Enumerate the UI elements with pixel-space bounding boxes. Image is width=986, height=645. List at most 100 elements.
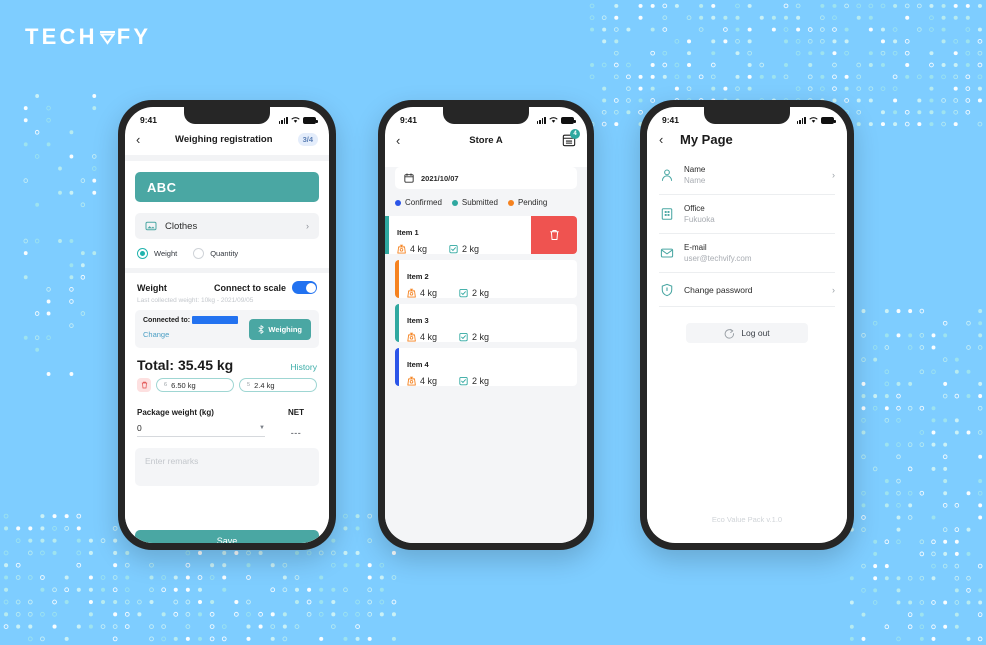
phone3-status-icons	[796, 116, 836, 124]
metric-quantity-value: 2 kg	[472, 332, 490, 342]
package-weight-select[interactable]: 0 ▼	[137, 423, 265, 437]
phone1-screen: 9:41 ‹ Weighing registration 3/4 ABC Clo…	[125, 107, 329, 543]
chevron-right-icon: ›	[306, 221, 309, 231]
phone1-status-time: 9:41	[140, 114, 158, 125]
page-title: Store A	[469, 134, 503, 146]
net-label: NET	[288, 408, 304, 417]
profile-row-email: E-mail user@techvify.com	[659, 234, 835, 273]
measurement-index: 5	[247, 382, 251, 388]
scale-icon	[407, 376, 416, 386]
list-item-metrics: 4 kg 2 kg	[397, 244, 531, 254]
status-legend: Confirmed Submitted Pending	[385, 189, 587, 207]
net-value: ---	[290, 428, 302, 438]
content-top-divider	[125, 155, 329, 161]
list-item[interactable]: Item 1 4 kg 2 kg	[385, 216, 577, 254]
metric-weight-value: 4 kg	[410, 244, 428, 254]
metric-weight: 4 kg	[407, 288, 437, 298]
change-device-link[interactable]: Change	[143, 330, 169, 339]
list-item-metrics: 4 kg 2 kg	[407, 376, 577, 386]
list-item[interactable]: Item 2 4 kg 2 kg	[395, 260, 577, 298]
chevron-right-icon: ›	[832, 170, 835, 180]
metric-weight: 4 kg	[407, 376, 437, 386]
option-quantity-label: Quantity	[210, 249, 239, 258]
weight-section-header: Weight Connect to scale	[125, 273, 329, 294]
mail-icon	[659, 246, 674, 261]
chevron-down-icon: ▼	[259, 425, 265, 431]
logo-v-icon	[99, 31, 116, 45]
profile-row-name[interactable]: Name Name ›	[659, 156, 835, 195]
metric-weight-value: 4 kg	[420, 376, 438, 386]
office-building-icon	[659, 207, 674, 222]
cellular-signal-icon	[536, 116, 546, 124]
legend-label-submitted: Submitted	[461, 198, 498, 207]
phone-mockup-store-list: 9:41 ‹ Store A 4 2021/10/07 Confirmed Su…	[378, 100, 594, 550]
total-row: Total: 35.45 kg History	[125, 348, 329, 373]
package-weight-value: 0	[137, 423, 142, 433]
list-item[interactable]: Item 3 4 kg 2 kg	[395, 304, 577, 342]
legend-dot-pending	[507, 199, 514, 206]
page-step-badge: 3/4	[297, 133, 318, 146]
item-list: Item 1 4 kg 2 kg Item 2 4 kg 2 kg Item 3…	[385, 216, 587, 386]
cellular-signal-icon	[796, 116, 806, 124]
connect-to-scale-toggle[interactable]	[292, 281, 317, 294]
profile-row-text: Office Fukuoka	[684, 204, 835, 224]
history-link[interactable]: History	[291, 362, 317, 372]
option-weight-label: Weight	[154, 249, 178, 258]
back-button[interactable]: ‹	[136, 133, 150, 146]
chevron-right-icon: ›	[832, 284, 835, 295]
net-field: NET ---	[275, 402, 317, 438]
list-item-title: Item 2	[407, 272, 429, 281]
connect-to-scale-label: Connect to scale	[213, 282, 286, 293]
measurement-index: 6	[164, 382, 168, 388]
measurement-pill[interactable]: 5 2.4 kg	[239, 378, 317, 392]
phone3-status-time: 9:41	[662, 114, 680, 125]
list-item-title: Item 3	[407, 316, 429, 325]
legend-label-confirmed: Confirmed	[405, 198, 442, 207]
category-label: Clothes	[165, 220, 198, 232]
submissions-button[interactable]: 4	[562, 129, 580, 147]
category-selector[interactable]: Clothes ›	[135, 213, 319, 239]
delete-item-button[interactable]	[531, 216, 577, 254]
wifi-icon	[549, 116, 558, 123]
back-button[interactable]: ‹	[659, 133, 673, 146]
scale-icon	[397, 244, 406, 254]
scale-icon	[407, 332, 416, 342]
calendar-icon	[404, 173, 414, 183]
delete-measurement-button[interactable]	[137, 378, 151, 392]
remarks-input[interactable]: Enter remarks	[135, 448, 319, 486]
date-filter[interactable]: 2021/10/07	[395, 167, 577, 189]
phone3-content: ‹ My Page Name Name › Office Fukuoka E-m…	[647, 129, 847, 540]
legend-item-submitted: Submitted	[451, 198, 498, 207]
device-name-redaction	[192, 316, 239, 324]
bluetooth-icon	[258, 324, 265, 334]
phone3-screen: 9:41 ‹ My Page Name Name › Office Fukuok…	[647, 107, 847, 543]
profile-row-text: Name Name	[684, 165, 822, 185]
phone1-notch	[184, 107, 270, 124]
option-weight[interactable]: Weight	[137, 248, 177, 259]
profile-row-change-password[interactable]: Change password ›	[659, 273, 835, 307]
back-button[interactable]: ‹	[396, 134, 410, 147]
cellular-signal-icon	[278, 116, 288, 124]
metric-quantity: 2 kg	[459, 332, 489, 342]
metric-quantity: 2 kg	[459, 288, 489, 298]
remarks-placeholder: Enter remarks	[145, 456, 199, 466]
save-button[interactable]: Save	[135, 530, 319, 543]
option-quantity[interactable]: Quantity	[193, 248, 238, 259]
list-item[interactable]: Item 4 4 kg 2 kg	[395, 348, 577, 386]
shield-lock-icon	[659, 282, 674, 297]
phone2-status-time: 9:41	[400, 114, 418, 125]
customer-name-text: ABC	[147, 179, 177, 195]
date-filter-value: 2021/10/07	[421, 173, 459, 183]
connected-to-label: Connected to:	[143, 316, 191, 324]
page-title: My Page	[680, 132, 733, 147]
logout-button[interactable]: Log out	[686, 323, 808, 343]
weighing-button[interactable]: Weighing	[249, 318, 311, 340]
total-weight-text: Total: 35.45 kg	[137, 357, 234, 373]
phone1-content: ABC Clothes › Weight Quantity Weight Con…	[125, 155, 329, 543]
measurement-pill[interactable]: 6 6.50 kg	[156, 378, 234, 392]
metric-weight-value: 4 kg	[420, 332, 438, 342]
weighing-button-label: Weighing	[268, 324, 302, 334]
box-check-icon	[449, 244, 458, 254]
phone2-screen: 9:41 ‹ Store A 4 2021/10/07 Confirmed Su…	[385, 107, 587, 543]
profile-value: Name	[684, 176, 706, 185]
